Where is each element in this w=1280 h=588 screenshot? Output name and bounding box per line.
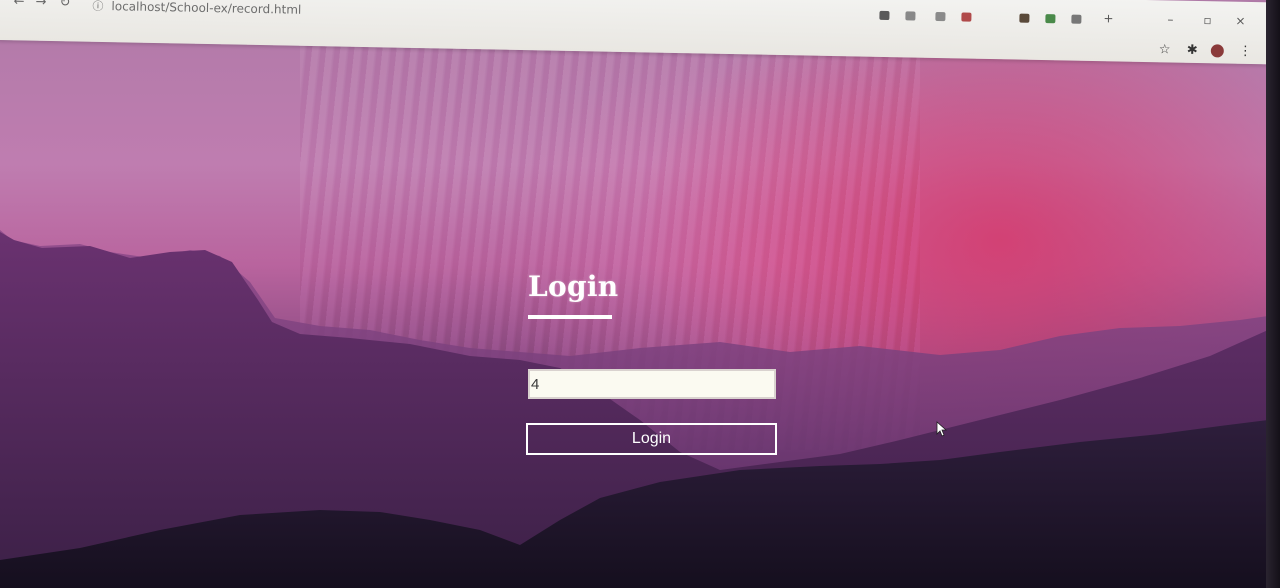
puzzle-icon[interactable]: ✱ — [1187, 43, 1198, 58]
minimize-icon[interactable]: – — [1167, 12, 1173, 26]
tray-icon — [961, 12, 972, 22]
tray-icon — [1045, 14, 1056, 24]
login-heading: Login — [528, 270, 619, 303]
address-bar-url[interactable]: localhost/School-ex/record.html — [111, 0, 301, 17]
login-button[interactable]: Login — [526, 423, 777, 455]
forward-arrow-icon[interactable]: → — [35, 0, 46, 10]
avatar-icon[interactable] — [1210, 43, 1224, 58]
photo-of-screen: ← → ↻ ⓘ localhost/School-ex/record.html … — [0, 0, 1280, 588]
monitor-bezel — [1266, 0, 1280, 588]
login-form: Login Login — [524, 268, 784, 455]
info-icon[interactable]: ⓘ — [92, 0, 103, 14]
login-input[interactable] — [528, 369, 776, 399]
kebab-menu-icon[interactable]: ⋮ — [1239, 44, 1252, 59]
mouse-pointer-icon — [936, 421, 948, 437]
tray-icon — [905, 11, 916, 21]
tray-icon — [1019, 13, 1030, 23]
login-page: Login Login — [0, 0, 1268, 588]
tray-icon — [1071, 14, 1082, 24]
reload-icon[interactable]: ↻ — [59, 0, 70, 10]
maximize-icon[interactable]: ▫ — [1203, 13, 1211, 27]
tray-icon — [935, 11, 946, 22]
heading-underline — [528, 315, 612, 319]
new-tab-icon[interactable]: + — [1103, 11, 1113, 25]
star-icon[interactable]: ☆ — [1159, 42, 1171, 57]
back-arrow-icon[interactable]: ← — [13, 0, 24, 9]
close-icon[interactable]: × — [1235, 14, 1245, 28]
tray-icon — [879, 10, 890, 21]
